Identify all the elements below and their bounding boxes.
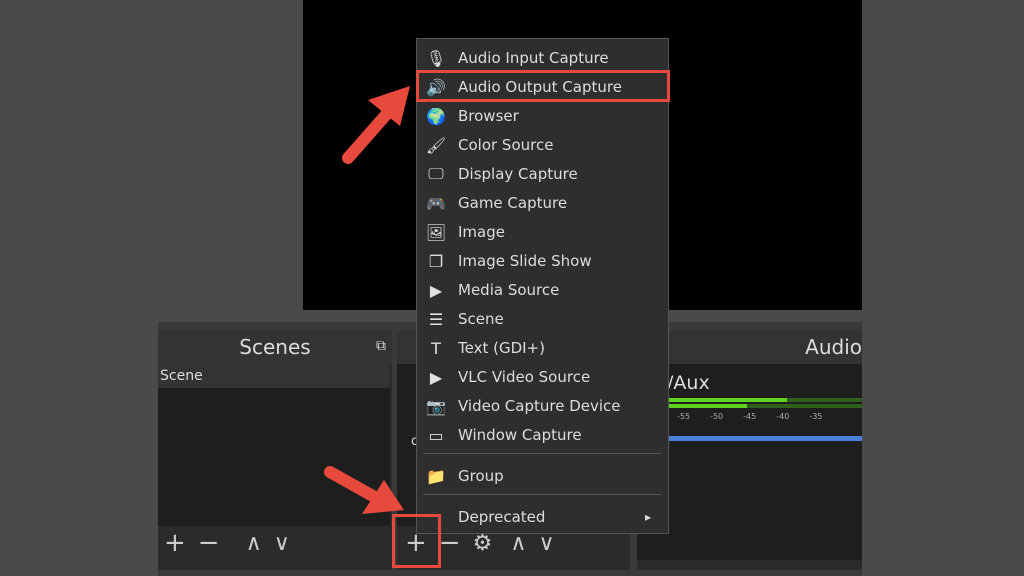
arrow-icon — [342, 86, 410, 164]
arrow-icon — [324, 466, 404, 514]
annotation-arrows — [324, 86, 410, 514]
